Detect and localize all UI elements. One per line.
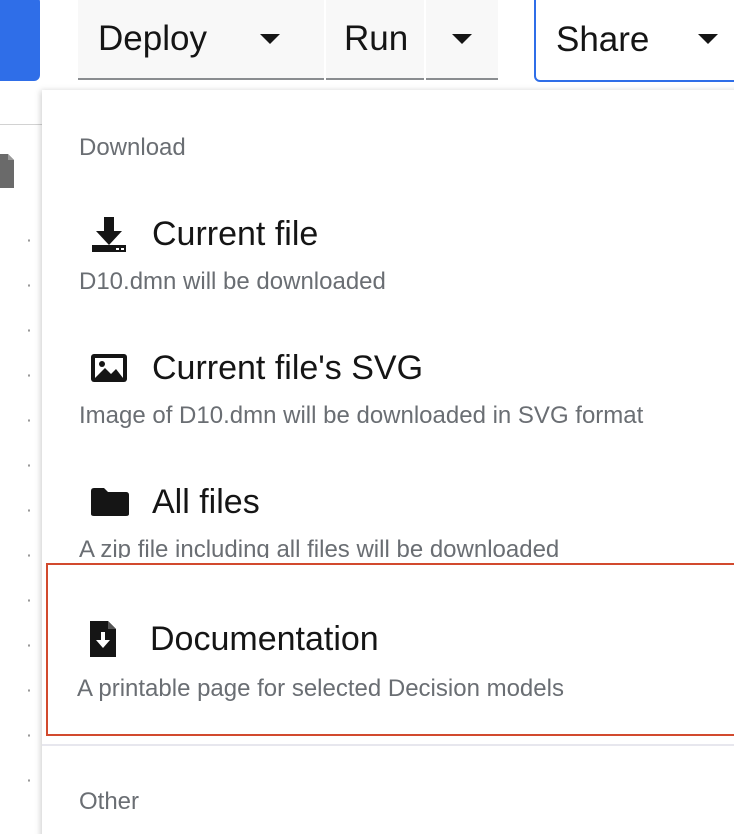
- run-dropdown-toggle[interactable]: [426, 0, 498, 80]
- canvas-grid-dots: [28, 218, 30, 818]
- toolbar: Deploy Run Share: [42, 0, 734, 82]
- menu-item-all-files[interactable]: All files A zip file including all files…: [46, 480, 734, 570]
- background-panel: [0, 0, 42, 834]
- menu-item-label: Documentation: [150, 619, 379, 658]
- menu-item-current-file-svg[interactable]: Current file's SVG Image of D10.dmn will…: [46, 346, 734, 466]
- share-label: Share: [556, 20, 650, 59]
- menu-item-header: Current file: [90, 212, 318, 256]
- share-dropdown-button[interactable]: Share: [534, 0, 734, 82]
- menu-item-label: Current file's SVG: [152, 348, 424, 387]
- run-label: Run: [344, 19, 409, 58]
- menu-item-description: A zip file including all files will be d…: [79, 536, 560, 558]
- menu-item-description: A printable page for selected Decision m…: [77, 675, 564, 702]
- menu-item-label: Current file: [152, 214, 319, 253]
- download-icon: [90, 214, 130, 254]
- menu-item-label: All files: [152, 482, 260, 521]
- primary-button-edge[interactable]: [0, 0, 40, 81]
- caret-down-icon: [698, 34, 718, 44]
- run-button[interactable]: Run: [326, 0, 424, 80]
- deploy-label: Deploy: [98, 19, 207, 58]
- file-download-icon: [88, 619, 128, 659]
- menu-item-documentation[interactable]: Documentation A printable page for selec…: [46, 563, 734, 736]
- deploy-dropdown-button[interactable]: Deploy: [78, 0, 324, 80]
- menu-item-header: Current file's SVG: [90, 346, 423, 390]
- menu-item-header: All files: [90, 480, 260, 524]
- menu-group-title-download: Download: [79, 134, 186, 161]
- file-icon: [0, 154, 14, 188]
- menu-item-header: Documentation: [88, 617, 379, 661]
- caret-down-icon: [260, 34, 280, 44]
- caret-down-icon: [452, 34, 472, 44]
- image-icon: [90, 348, 130, 388]
- menu-divider: [42, 744, 734, 746]
- folder-icon: [90, 482, 130, 522]
- screen: Deploy Run Share Download Current file D…: [0, 0, 734, 834]
- share-dropdown-menu: Download Current file D10.dmn will be do…: [42, 90, 734, 834]
- menu-item-current-file[interactable]: Current file D10.dmn will be downloaded: [46, 212, 734, 332]
- menu-item-description: D10.dmn will be downloaded: [79, 268, 386, 295]
- divider: [0, 124, 42, 125]
- menu-group-title-other: Other: [79, 788, 140, 815]
- menu-item-description: Image of D10.dmn will be downloaded in S…: [79, 402, 644, 429]
